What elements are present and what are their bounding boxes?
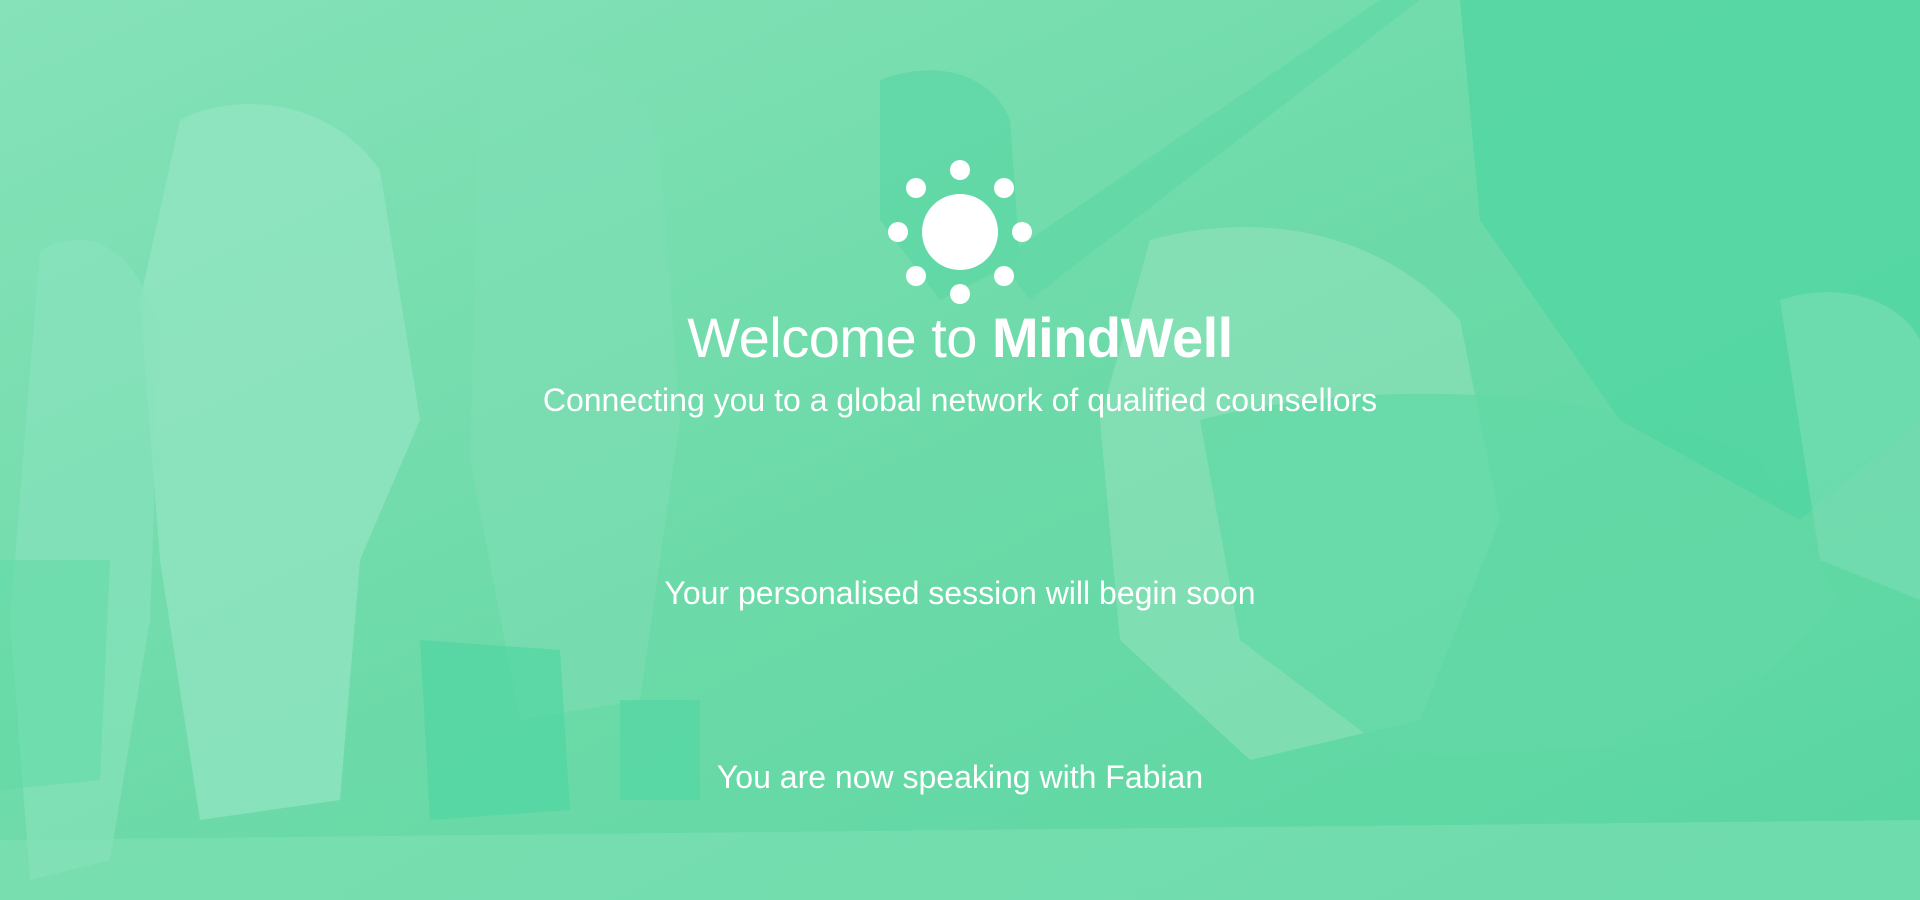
session-status-text: Your personalised session will begin soo… (664, 575, 1256, 611)
counsellor-message: You are now speaking with Fabian (716, 759, 1204, 795)
tagline: Connecting you to a global network of qu… (542, 382, 1378, 418)
brand-name: MindWell (991, 306, 1233, 369)
welcome-heading: Welcome to MindWell (0, 302, 1920, 374)
welcome-prefix: Welcome to (687, 306, 977, 369)
welcome-screen: Welcome to MindWell Connecting you to a … (0, 0, 1920, 900)
sun-icon (888, 160, 1032, 304)
